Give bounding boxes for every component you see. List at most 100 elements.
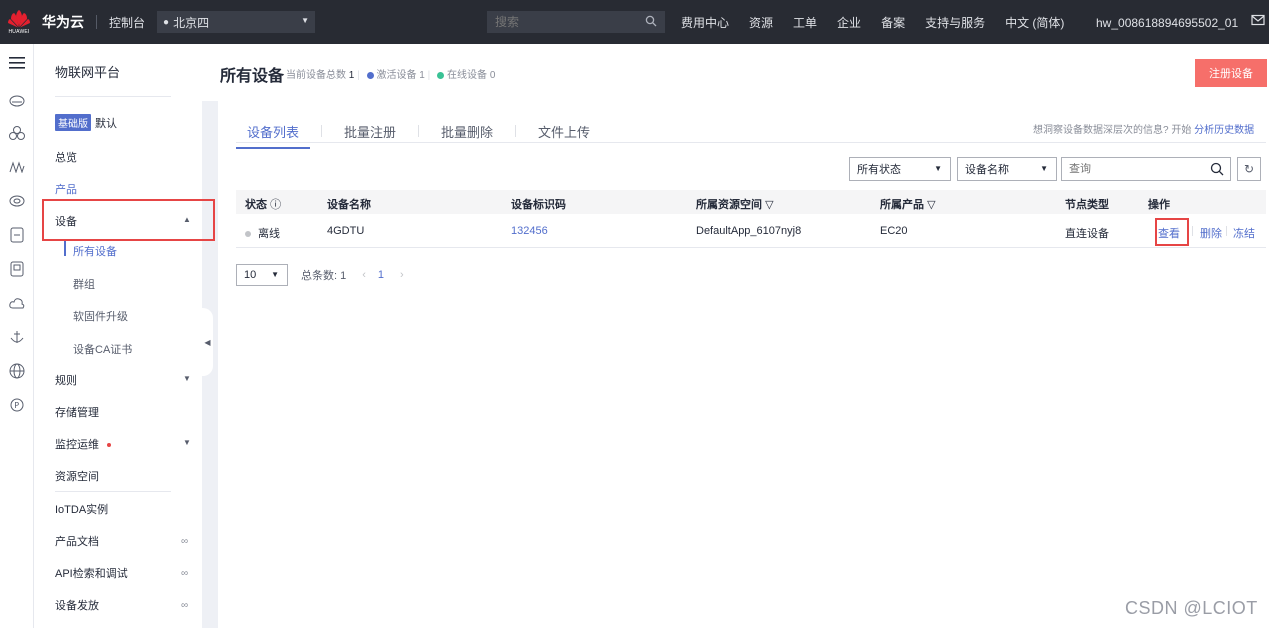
mail-icon[interactable] [1251, 14, 1265, 29]
column-node-type: 节点类型 [1065, 199, 1109, 211]
row-status-label: 离线 [258, 228, 280, 240]
page-size-select[interactable]: 10 ▼ [236, 264, 288, 286]
anchor-icon[interactable] [8, 328, 26, 346]
sidebar-item-groups[interactable]: 群组 [73, 276, 95, 292]
divider [55, 96, 171, 97]
next-page-button[interactable]: › [400, 269, 404, 281]
divider [1226, 226, 1227, 236]
query-input[interactable] [1069, 163, 1199, 175]
huawei-logo[interactable]: HUAWEI [0, 0, 38, 44]
nav-enterprise[interactable]: 企业 [837, 14, 861, 31]
tab-bar: 设备列表 批量注册 批量删除 文件上传 [236, 119, 601, 149]
sidebar-item-overview[interactable]: 总览 [55, 149, 77, 165]
user-account[interactable]: hw_008618894695502_01 [1096, 16, 1238, 30]
search-icon[interactable] [645, 15, 657, 27]
analytics-hint: 想洞察设备数据深层次的信息? 开始 分析历史数据 [1033, 121, 1254, 136]
sidebar-item-storage[interactable]: 存储管理 [55, 404, 99, 420]
tab-batch-register[interactable]: 批量注册 [333, 122, 407, 141]
edition-badge[interactable]: 基础版 [55, 114, 91, 131]
sidebar-item-device-ca[interactable]: 设备CA证书 [73, 341, 132, 357]
current-page[interactable]: 1 [378, 269, 384, 281]
file-icon[interactable] [8, 260, 26, 278]
sidebar-title: 物联网平台 [55, 65, 121, 80]
sidebar-item-product-docs[interactable]: 产品文档 [55, 533, 99, 549]
sidebar-item-rules[interactable]: 规则 [55, 372, 77, 388]
table-row: 离线 4GDTU 132456 DefaultApp_6107nyj8 EC20… [236, 214, 1266, 248]
register-device-button[interactable]: 注册设备 [1195, 59, 1267, 87]
analytics-icon[interactable] [8, 158, 26, 176]
field-filter-value: 设备名称 [965, 164, 1009, 176]
freeze-button[interactable]: 冻结 [1233, 225, 1255, 241]
nav-tickets[interactable]: 工单 [793, 14, 817, 31]
service-rail: P [0, 44, 34, 628]
svg-text:P: P [14, 401, 19, 410]
globe-icon[interactable] [8, 362, 26, 380]
sidebar-item-provisioning[interactable]: 设备发放 [55, 597, 99, 613]
region-label: 北京四 [173, 15, 210, 30]
prev-page-button[interactable]: ‹ [362, 269, 366, 281]
cloud-service-icon[interactable] [8, 92, 26, 110]
chevron-down-icon: ▼ [271, 270, 279, 279]
document-icon[interactable] [8, 226, 26, 244]
highlight-box [42, 199, 215, 241]
column-name: 设备名称 [327, 199, 371, 211]
query-box [1061, 157, 1231, 181]
sidebar-item-product[interactable]: 产品 [55, 181, 77, 197]
sidebar-item-firmware-upgrade[interactable]: 软固件升级 [73, 308, 128, 324]
storage-icon[interactable] [8, 192, 26, 210]
sidebar-item-api[interactable]: API检索和调试 [55, 565, 128, 581]
divider [515, 125, 517, 137]
page-header: 所有设备 当前设备总数 1 | 激活设备 1 | 在线设备 0 注册设备 [202, 44, 1269, 101]
refresh-button[interactable]: ↻ [1237, 157, 1261, 181]
page-title: 所有设备 [220, 68, 285, 85]
nav-support[interactable]: 支持与服务 [925, 14, 985, 31]
menu-icon[interactable] [8, 54, 26, 72]
online-count: 0 [489, 70, 496, 81]
filter-icon[interactable]: ▽ [765, 199, 773, 211]
tab-file-upload[interactable]: 文件上传 [527, 122, 601, 141]
external-link-icon: ∞ [181, 536, 189, 547]
console-link[interactable]: 控制台 [109, 14, 145, 31]
sidebar-item-all-devices[interactable]: 所有设备 [73, 243, 117, 259]
tab-device-list[interactable]: 设备列表 [236, 122, 311, 149]
filter-icon[interactable]: ▽ [927, 199, 935, 211]
cloud-name[interactable]: 华为云 [42, 12, 84, 32]
nav-language[interactable]: 中文 (简体) [1005, 14, 1064, 31]
column-product: 所属产品 ▽ [880, 196, 936, 212]
offline-dot [245, 231, 251, 237]
status-filter[interactable]: 所有状态 ▼ [849, 157, 951, 181]
total-count: 1 [348, 70, 355, 81]
activated-dot [366, 72, 374, 79]
delete-button[interactable]: 删除 [1200, 225, 1222, 241]
online-dot [437, 72, 445, 79]
column-actions: 操作 [1148, 199, 1170, 211]
chevron-down-icon: ▼ [1040, 164, 1048, 173]
tab-batch-delete[interactable]: 批量删除 [430, 122, 504, 141]
nav-icp[interactable]: 备案 [881, 14, 905, 31]
nav-resources[interactable]: 资源 [749, 14, 773, 31]
table-header: 状态 ⓘ 设备名称 设备标识码 所属资源空间 ▽ 所属产品 ▽ 节点类型 操作 [236, 190, 1266, 214]
row-product: EC20 [880, 225, 908, 237]
collapse-sidebar-button[interactable]: ◀ [202, 308, 213, 376]
column-resource-space-label: 所属资源空间 [696, 199, 762, 211]
search-icon[interactable] [1210, 162, 1224, 176]
row-device-id-link[interactable]: 132456 [511, 225, 548, 237]
sidebar-item-monitoring[interactable]: 监控运维 [55, 436, 111, 452]
divider [321, 125, 323, 137]
region-selector[interactable]: ● 北京四 ▼ [157, 11, 316, 33]
nav-billing[interactable]: 费用中心 [681, 14, 729, 31]
search-input[interactable] [495, 15, 645, 29]
sidebar-item-iotda[interactable]: IoTDA实例 [55, 501, 108, 517]
cluster-icon[interactable] [8, 124, 26, 142]
column-identifier: 设备标识码 [511, 199, 566, 211]
field-filter[interactable]: 设备名称 ▼ [957, 157, 1057, 181]
endpoint-icon[interactable]: P [8, 396, 26, 414]
sidebar-item-resource-space[interactable]: 资源空间 [55, 468, 99, 484]
analyze-history-link[interactable]: 分析历史数据 [1194, 125, 1254, 136]
divider [96, 15, 97, 29]
chevron-down-icon[interactable]: ▼ [183, 438, 191, 447]
activated-label: 激活设备 [376, 70, 417, 81]
chevron-down-icon[interactable]: ▼ [183, 374, 191, 383]
help-icon[interactable]: ⓘ [270, 199, 281, 211]
cloud-icon[interactable] [8, 294, 26, 312]
